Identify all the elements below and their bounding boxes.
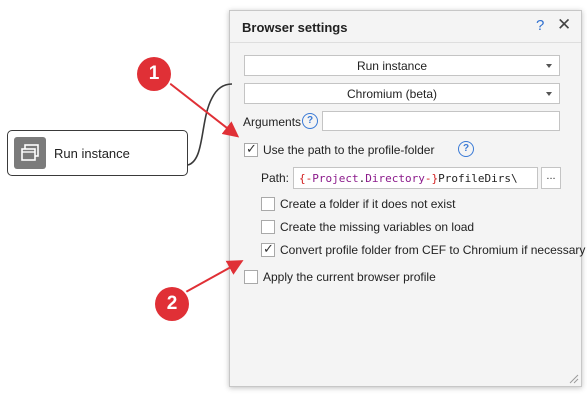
chevron-down-icon [546,64,552,68]
browser-select-value: Chromium (beta) [346,87,438,101]
browser-select[interactable]: Chromium (beta) [244,83,560,104]
browser-settings-dialog: Browser settings ? ✕ Run instance Chromi… [229,10,586,387]
annotation-badge-1: 1 [137,57,171,91]
use-profile-path-checkbox[interactable]: ✓ [244,141,258,157]
create-variables-label: Create the missing variables on load [280,220,475,234]
checkmark-icon: ✓ [246,141,257,156]
title-divider [230,42,581,43]
help-icon[interactable]: ? [536,17,544,34]
profile-path-help-icon[interactable]: ? [458,141,474,157]
dialog-title: Browser settings [242,20,348,35]
browse-button[interactable]: ... [541,167,561,189]
action-select-value: Run instance [356,59,428,73]
resize-grip-icon[interactable] [568,373,579,384]
variable-brace-open: {- [299,172,313,185]
path-suffix: ProfileDirs\ [438,172,518,185]
run-instance-node[interactable]: Run instance [7,130,188,176]
close-icon[interactable]: ✕ [557,15,571,35]
apply-current-profile-checkbox[interactable] [244,270,258,284]
variable-project: Project [312,172,359,185]
node-connector [187,83,233,166]
chevron-down-icon [546,92,552,96]
annotation-arrow-1 [167,81,240,138]
arguments-help-icon[interactable]: ? [302,113,318,129]
create-folder-label: Create a folder if it does not exist [280,197,456,211]
action-select[interactable]: Run instance [244,55,560,76]
node-label: Run instance [54,146,130,161]
variable-brace-close: -} [424,172,439,185]
path-label: Path: [261,171,290,185]
create-folder-checkbox[interactable] [261,197,275,211]
arguments-input[interactable] [322,111,560,131]
convert-profile-checkbox[interactable]: ✓ [261,241,275,257]
variable-directory: Directory [365,172,425,185]
annotation-badge-2: 2 [155,287,189,321]
checkmark-icon: ✓ [263,241,274,256]
use-profile-path-label: Use the path to the profile-folder [263,143,435,157]
window-icon [14,137,46,169]
convert-profile-label: Convert profile folder from CEF to Chrom… [280,243,586,257]
create-variables-checkbox[interactable] [261,220,275,234]
path-input[interactable]: {-Project.Directory-}ProfileDirs\ [293,167,538,189]
arguments-label: Arguments [243,115,302,129]
apply-current-profile-label: Apply the current browser profile [263,270,436,284]
